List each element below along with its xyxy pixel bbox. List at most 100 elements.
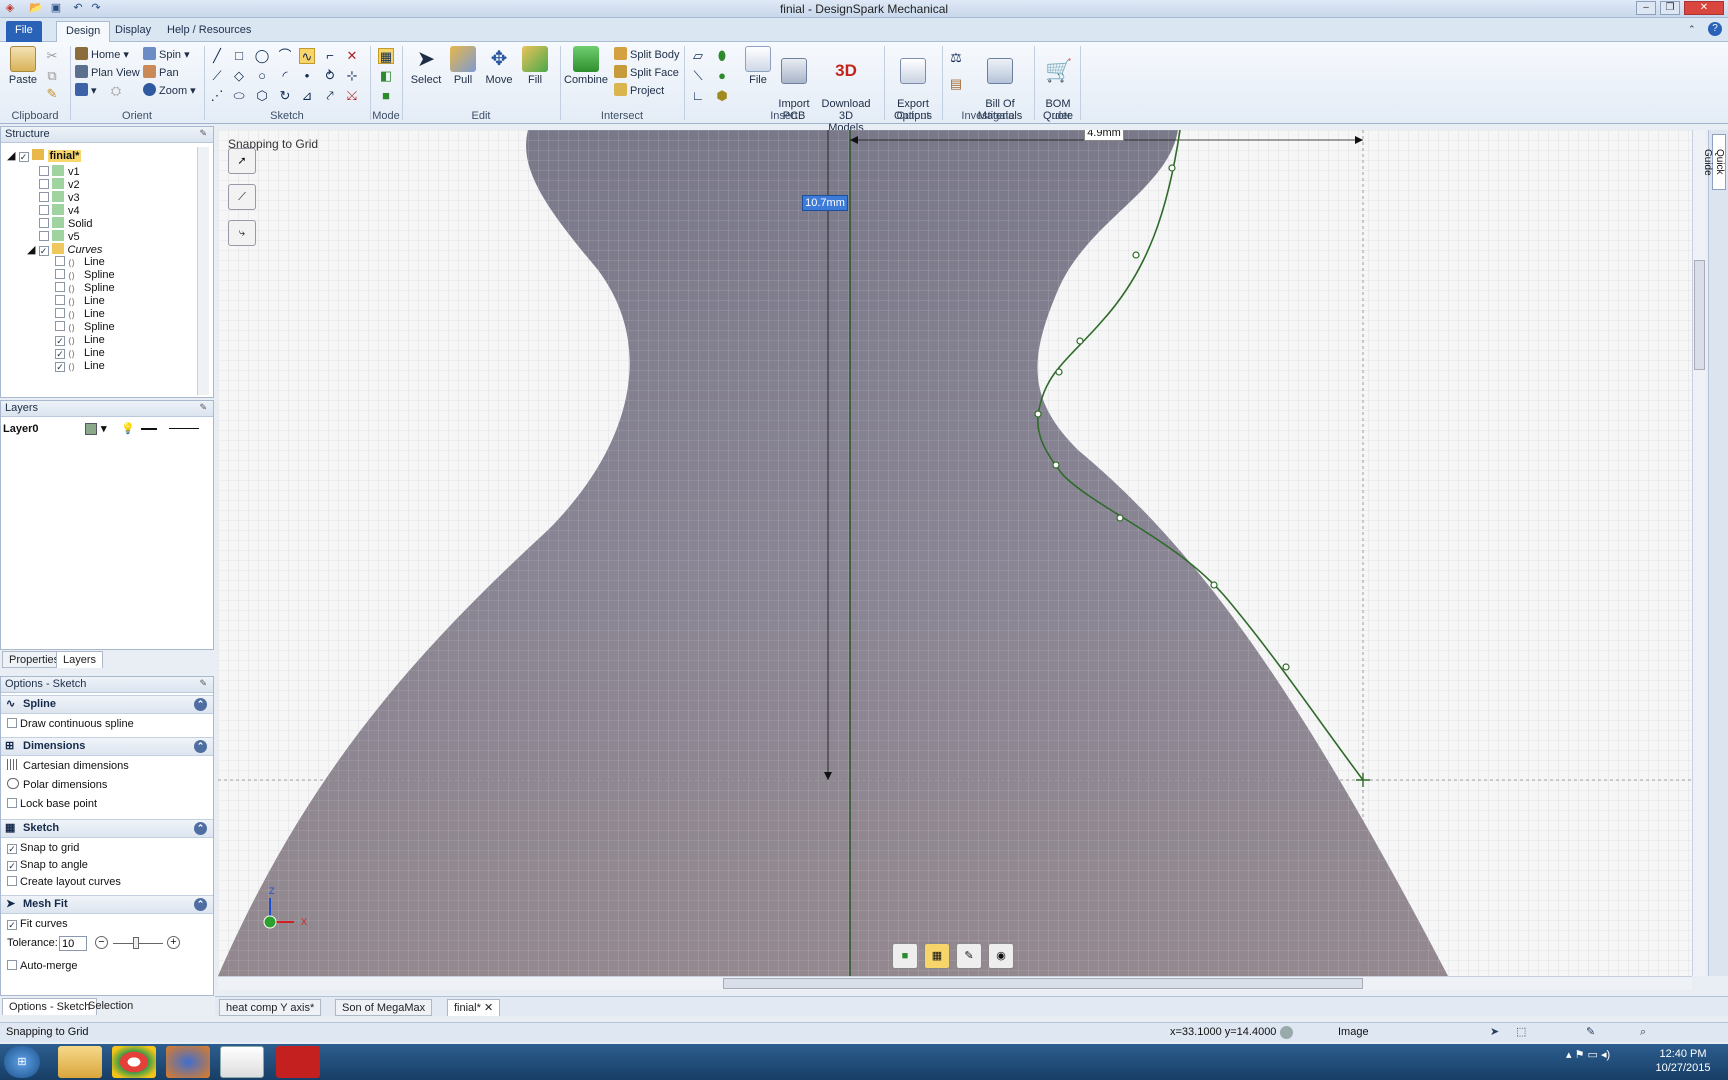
checkbox[interactable]: [7, 798, 17, 808]
project-sketch-icon[interactable]: ⤤: [322, 88, 338, 104]
axis-icon[interactable]: ⟍: [690, 68, 706, 84]
cartesian-dimensions-option[interactable]: Cartesian dimensions: [7, 759, 129, 774]
construction-line-icon[interactable]: ⋰: [209, 88, 225, 104]
3d-mode-icon[interactable]: ■: [378, 88, 394, 104]
curve-item[interactable]: ⟨⟩ Spline: [55, 282, 115, 295]
layer-row[interactable]: Layer0 ▾ 💡: [3, 421, 211, 437]
section-mode-icon[interactable]: ◧: [378, 68, 394, 84]
zoom-status-icon[interactable]: ⌕: [1640, 1023, 1646, 1042]
polar-dimensions-option[interactable]: Polar dimensions: [7, 778, 107, 793]
checkbox[interactable]: [55, 269, 65, 279]
checkbox[interactable]: [39, 218, 49, 228]
tab-layers[interactable]: Layers: [56, 651, 104, 668]
insert-file-button[interactable]: File: [742, 46, 774, 86]
layer-color-swatch[interactable]: [85, 423, 97, 435]
checkbox[interactable]: ✓: [7, 844, 17, 854]
origin-icon[interactable]: ∟: [690, 88, 706, 104]
view-cube-button[interactable]: ▾: [75, 82, 97, 100]
checkbox[interactable]: ✓: [55, 336, 65, 346]
draw-continuous-spline-option[interactable]: Draw continuous spline: [7, 717, 134, 732]
tree-item[interactable]: v1: [39, 165, 80, 178]
collapse-icon[interactable]: ⌃: [194, 898, 207, 911]
select-mini-tool-icon[interactable]: ➚: [228, 148, 256, 174]
split-face-button[interactable]: Split Face: [614, 64, 679, 82]
curve-item[interactable]: ⟨⟩ Line: [55, 295, 105, 308]
viewport-canvas[interactable]: [218, 130, 1692, 976]
inspect-icon[interactable]: ▤: [948, 76, 964, 92]
rectangle-tool-icon[interactable]: □: [231, 48, 247, 64]
tolerance-input[interactable]: [59, 936, 87, 951]
clock[interactable]: 12:40 PM 10/27/2015: [1648, 1047, 1718, 1075]
tree-item[interactable]: v2: [39, 178, 80, 191]
pin-icon[interactable]: ✎: [199, 678, 207, 689]
help-icon[interactable]: ?: [1708, 22, 1722, 36]
select-tool-icon[interactable]: ➤: [1490, 1023, 1499, 1042]
pin-icon[interactable]: ✎: [199, 128, 207, 139]
checkbox[interactable]: [55, 321, 65, 331]
select-button[interactable]: ➤ Select: [408, 46, 444, 86]
offset-curve-icon[interactable]: ⥁: [322, 68, 338, 84]
increase-icon[interactable]: +: [167, 936, 180, 949]
doc-tab[interactable]: heat comp Y axis*: [219, 999, 322, 1016]
sketch-status-icon[interactable]: ✎: [1586, 1023, 1595, 1042]
mesh-fit-section[interactable]: ➤ Mesh Fit ⌃: [1, 895, 213, 914]
firefox-icon[interactable]: [166, 1046, 210, 1078]
checkbox[interactable]: [39, 205, 49, 215]
snap-to-grid-option[interactable]: ✓ Snap to grid: [7, 841, 79, 856]
arc-tool-icon[interactable]: ⌒: [277, 48, 293, 64]
horizontal-scrollbar[interactable]: [218, 976, 1692, 990]
fit-curves-option[interactable]: ✓ Fit curves: [7, 917, 68, 932]
checkbox[interactable]: [7, 960, 17, 970]
3d-viewport[interactable]: Snapping to Grid ➚ ⟋ ⤷ 4.9mm 10.7mm Z X …: [218, 130, 1692, 976]
structure-scrollbar[interactable]: [197, 147, 209, 395]
pencil-view-icon[interactable]: ✎: [956, 943, 982, 969]
bend-tool-icon[interactable]: ⊿: [299, 88, 315, 104]
collapse-icon[interactable]: ⌃: [194, 698, 207, 711]
close-tab-icon[interactable]: ✕: [484, 1002, 493, 1014]
curve-item[interactable]: ⟨⟩ Spline: [55, 321, 115, 334]
sketch-mode-icon[interactable]: ▦: [378, 48, 394, 64]
checkbox[interactable]: ✓: [38, 246, 49, 256]
line-weight-icon[interactable]: [141, 428, 157, 430]
checkbox[interactable]: ✓: [18, 152, 29, 162]
sphere-icon[interactable]: ●: [714, 68, 730, 84]
tree-curves-folder[interactable]: ◢ ✓ Curves: [27, 243, 102, 256]
dropdown-icon[interactable]: ▾: [101, 421, 107, 437]
line-tool-icon[interactable]: ╱: [209, 48, 225, 64]
trim-tool-icon[interactable]: ✕: [344, 48, 360, 64]
three-point-circle-icon[interactable]: ○: [254, 68, 270, 84]
cylinder-icon[interactable]: ⬮: [714, 48, 730, 64]
paste-button[interactable]: Paste: [8, 46, 38, 86]
app-icon[interactable]: [276, 1046, 320, 1078]
spline-edit-mini-tool-icon[interactable]: ⤷: [228, 220, 256, 246]
checkbox[interactable]: [55, 282, 65, 292]
collapse-icon[interactable]: ⌃: [194, 822, 207, 835]
curve-item[interactable]: ⟨⟩ Line: [55, 308, 105, 321]
spin-button[interactable]: Spin ▾: [143, 46, 190, 64]
slider-handle[interactable]: [133, 937, 139, 949]
checkbox[interactable]: ✓: [7, 861, 17, 871]
checkbox[interactable]: [39, 231, 49, 241]
cut-icon[interactable]: ✂: [44, 48, 60, 64]
doc-tab-active[interactable]: finial* ✕: [447, 999, 501, 1016]
scrollbar-thumb[interactable]: [1694, 260, 1705, 370]
split-body-button[interactable]: Split Body: [614, 46, 680, 64]
tree-item[interactable]: v5: [39, 230, 80, 243]
plan-view-button[interactable]: Plan View: [75, 64, 140, 82]
close-button[interactable]: ✕: [1684, 1, 1724, 15]
fill-button[interactable]: Fill: [518, 46, 552, 86]
sketch-section[interactable]: ▦ Sketch ⌃: [1, 819, 213, 838]
tree-root[interactable]: ◢ ✓ finial*: [7, 149, 82, 162]
pan-button[interactable]: Pan: [143, 64, 179, 82]
vertical-scrollbar[interactable]: [1692, 130, 1706, 976]
curve-item[interactable]: ✓ ⟨⟩ Line: [55, 360, 105, 373]
tab-design[interactable]: Design: [56, 21, 111, 42]
doc-tab[interactable]: Son of MegaMax: [335, 999, 433, 1016]
polygon-tool-icon[interactable]: ⬡: [254, 88, 270, 104]
tab-file[interactable]: File: [6, 21, 42, 42]
start-button[interactable]: ⊞: [4, 1046, 40, 1078]
measure-icon[interactable]: ⚖: [948, 50, 964, 66]
eye-view-icon[interactable]: ◉: [988, 943, 1014, 969]
auto-merge-option[interactable]: Auto-merge: [7, 959, 77, 974]
lightbulb-icon[interactable]: 💡: [121, 421, 135, 437]
